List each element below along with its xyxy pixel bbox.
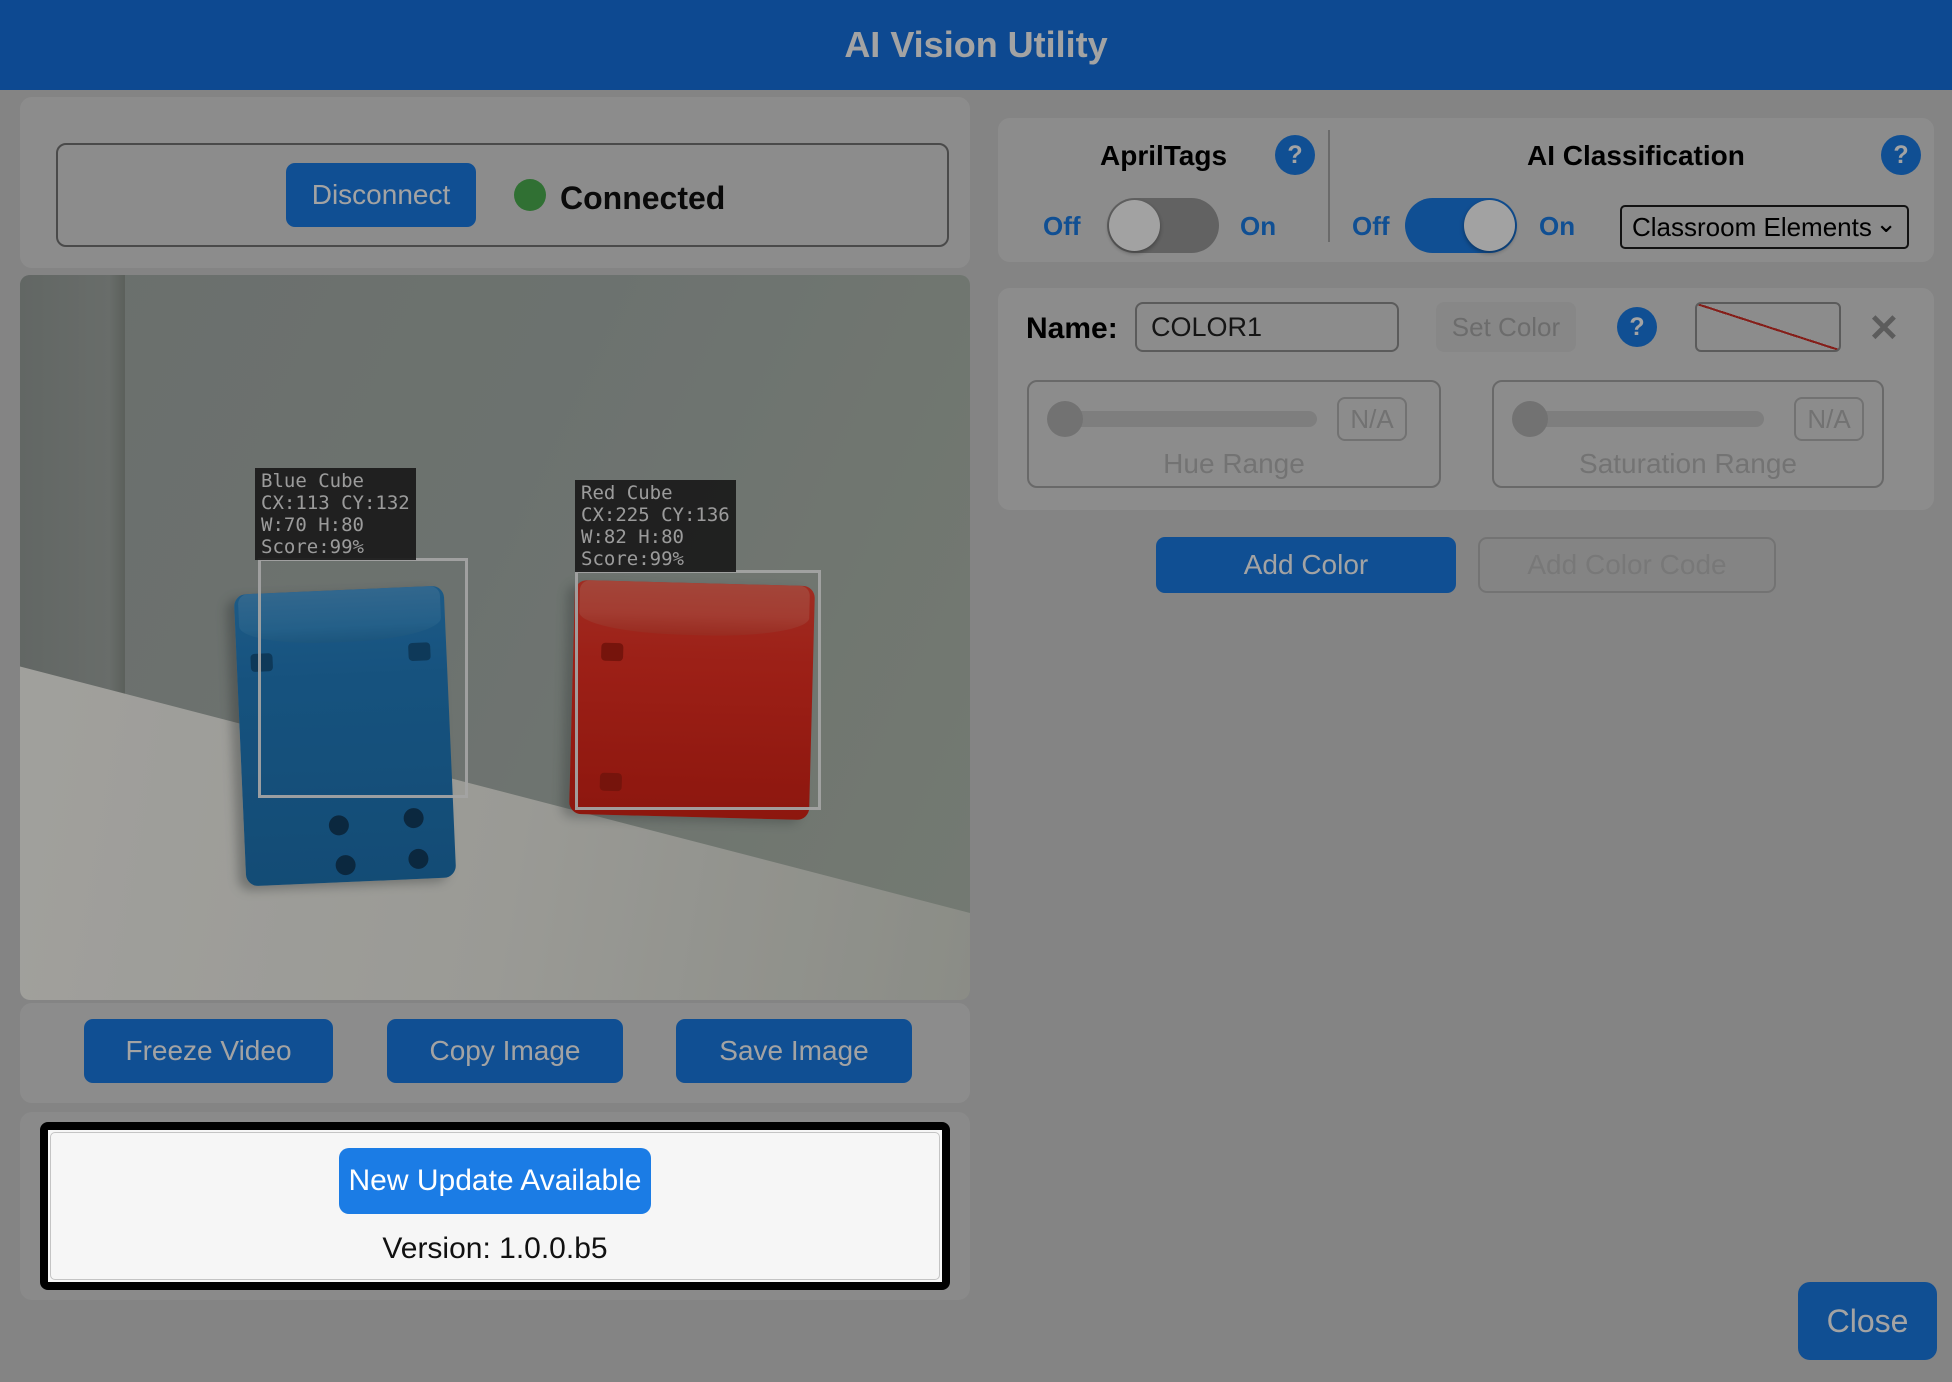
detection-size: W:70 H:80 xyxy=(261,514,410,536)
detection-score: Score:99% xyxy=(581,548,730,570)
hue-value-box: N/A xyxy=(1337,397,1407,441)
chevron-down-icon: ⌄ xyxy=(1875,213,1897,233)
camera-floor xyxy=(20,275,970,1000)
detection-name: Blue Cube xyxy=(261,470,410,492)
connection-status-box xyxy=(56,143,949,247)
ai-classification-on-label: On xyxy=(1539,211,1575,242)
toggle-knob xyxy=(1109,200,1160,251)
red-cube-detection-label: Red Cube CX:225 CY:136 W:82 H:80 Score:9… xyxy=(575,480,736,572)
save-image-button[interactable]: Save Image xyxy=(676,1019,912,1083)
page-title: AI Vision Utility xyxy=(844,24,1107,66)
update-highlight-box: New Update Available Version: 1.0.0.b5 xyxy=(40,1122,950,1290)
color-name-input[interactable] xyxy=(1135,302,1399,352)
blue-cube-hole xyxy=(408,848,429,869)
saturation-slider-track xyxy=(1528,411,1764,427)
blue-cube-hole xyxy=(403,808,424,829)
color-name-label: Name: xyxy=(1026,312,1118,346)
set-color-button[interactable]: Set Color xyxy=(1436,302,1576,352)
disconnect-button[interactable]: Disconnect xyxy=(286,163,476,227)
title-bar: AI Vision Utility xyxy=(0,0,1952,90)
hue-slider-track xyxy=(1063,411,1317,427)
connected-status-dot xyxy=(514,179,546,211)
new-update-available-button[interactable]: New Update Available xyxy=(339,1148,651,1214)
camera-video-view: Blue Cube CX:113 CY:132 W:70 H:80 Score:… xyxy=(20,275,970,1000)
apriltags-help-icon[interactable]: ? xyxy=(1275,135,1315,175)
blue-cube-hole xyxy=(335,855,356,876)
copy-image-button[interactable]: Copy Image xyxy=(387,1019,623,1083)
saturation-range-label: Saturation Range xyxy=(1494,448,1882,480)
detection-size: W:82 H:80 xyxy=(581,526,730,548)
blue-cube-hole xyxy=(328,815,349,836)
detection-score: Score:99% xyxy=(261,536,410,558)
red-cube-bounding-box xyxy=(575,570,821,810)
ai-vision-utility-window: AI Vision Utility Disconnect Connected B… xyxy=(0,0,1952,1382)
freeze-video-button[interactable]: Freeze Video xyxy=(84,1019,333,1083)
add-color-button[interactable]: Add Color xyxy=(1156,537,1456,593)
color-swatch-empty[interactable] xyxy=(1695,302,1841,352)
detection-center: CX:225 CY:136 xyxy=(581,504,730,526)
apriltags-on-label: On xyxy=(1240,211,1276,242)
hue-range-label: Hue Range xyxy=(1029,448,1439,480)
apriltags-title: AprilTags xyxy=(1100,140,1227,172)
saturation-value-box: N/A xyxy=(1794,397,1864,441)
selected-model-label: Classroom Elements xyxy=(1632,212,1875,243)
ai-classification-toggle[interactable] xyxy=(1405,198,1517,253)
close-button[interactable]: Close xyxy=(1798,1282,1937,1360)
hue-range-panel: N/A Hue Range xyxy=(1027,380,1441,488)
section-divider xyxy=(1328,130,1330,242)
saturation-range-panel: N/A Saturation Range xyxy=(1492,380,1884,488)
version-label: Version: 1.0.0.b5 xyxy=(48,1232,942,1266)
apriltags-off-label: Off xyxy=(1043,211,1081,242)
detection-center: CX:113 CY:132 xyxy=(261,492,410,514)
connection-status-label: Connected xyxy=(560,180,725,217)
ai-classification-help-icon[interactable]: ? xyxy=(1881,135,1921,175)
add-color-code-button[interactable]: Add Color Code xyxy=(1478,537,1776,593)
ai-classification-title: AI Classification xyxy=(1527,140,1745,172)
ai-classification-off-label: Off xyxy=(1352,211,1390,242)
blue-cube-detection-label: Blue Cube CX:113 CY:132 W:70 H:80 Score:… xyxy=(255,468,416,560)
detection-name: Red Cube xyxy=(581,482,730,504)
saturation-slider-knob[interactable] xyxy=(1512,401,1548,437)
toggle-knob xyxy=(1464,200,1515,251)
camera-wall-corner xyxy=(20,275,125,725)
hue-slider-knob[interactable] xyxy=(1047,401,1083,437)
blue-cube-bounding-box xyxy=(258,558,468,798)
color-help-icon[interactable]: ? xyxy=(1617,307,1657,347)
remove-color-icon[interactable]: ✕ xyxy=(1868,306,1900,351)
classification-model-select[interactable]: Classroom Elements ⌄ xyxy=(1620,205,1909,249)
apriltags-toggle[interactable] xyxy=(1107,198,1219,253)
